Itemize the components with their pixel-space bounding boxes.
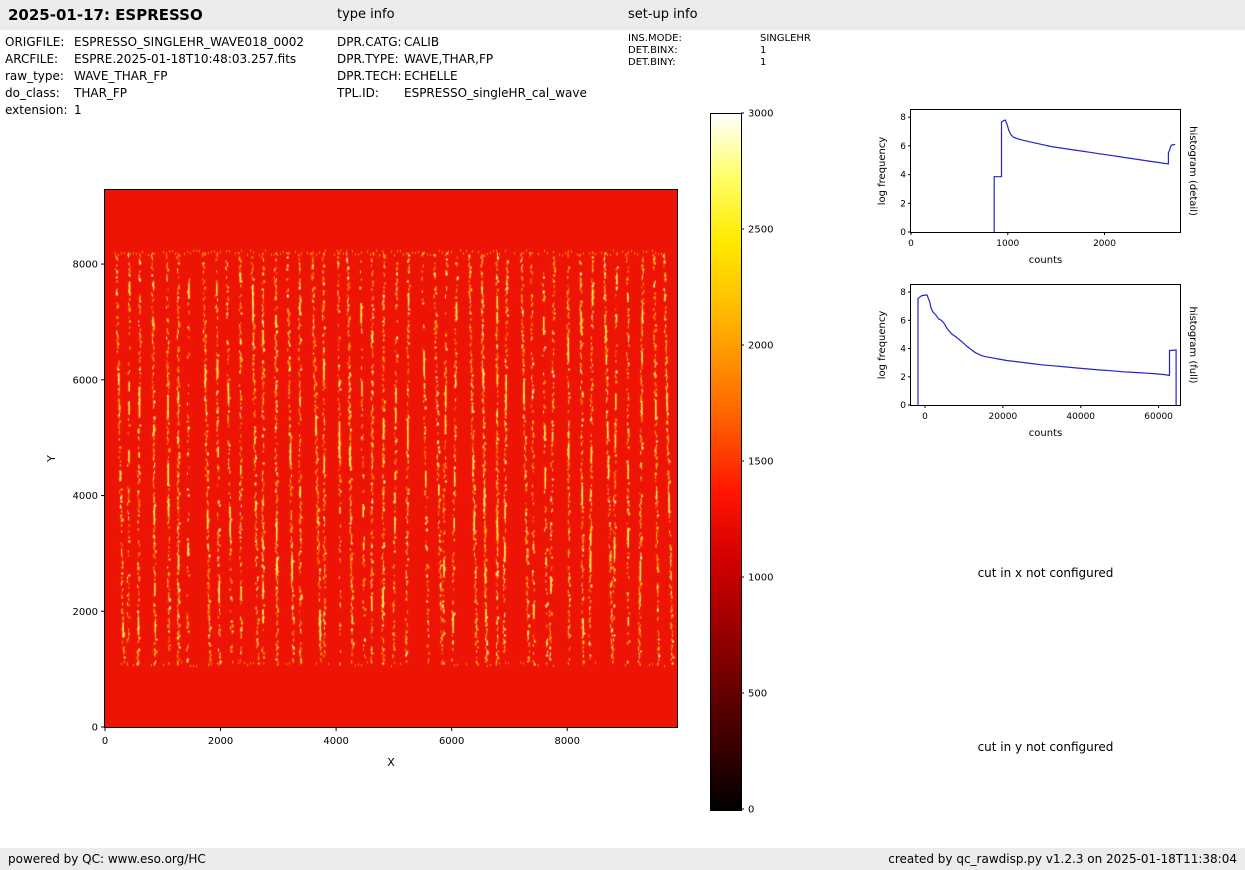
info-value: WAVE_THAR_FP — [74, 68, 167, 85]
info-label: extension: — [5, 102, 74, 119]
svg-text:0: 0 — [900, 401, 906, 411]
type-info-block: DPR.CATG:CALIB DPR.TYPE:WAVE,THAR,FP DPR… — [337, 34, 587, 102]
info-row: DPR.TYPE:WAVE,THAR,FP — [337, 51, 587, 68]
info-label: TPL.ID: — [337, 85, 404, 102]
info-value: ECHELLE — [404, 68, 458, 85]
type-info-heading: type info — [337, 0, 395, 30]
setup-info-heading: set-up info — [628, 0, 698, 30]
svg-text:0: 0 — [92, 723, 98, 734]
svg-text:2: 2 — [900, 373, 906, 383]
info-row: DET.BINY:1 — [628, 57, 811, 69]
svg-text:500: 500 — [748, 689, 767, 700]
info-value: 1 — [74, 102, 82, 119]
svg-text:0: 0 — [908, 239, 914, 249]
svg-text:40000: 40000 — [1066, 412, 1095, 422]
info-value: CALIB — [404, 34, 439, 51]
info-row: DPR.TECH:ECHELLE — [337, 68, 587, 85]
info-value: WAVE,THAR,FP — [404, 51, 493, 68]
svg-text:log frequency: log frequency — [877, 311, 888, 380]
svg-text:counts: counts — [1029, 255, 1062, 266]
svg-text:8: 8 — [900, 113, 906, 123]
setup-info-block: INS.MODE:SINGLEHR DET.BINX:1 DET.BINY:1 — [628, 33, 811, 69]
info-value: ESPRE.2025-01-18T10:48:03.257.fits — [74, 51, 296, 68]
svg-text:0: 0 — [922, 412, 928, 422]
info-label: DPR.TECH: — [337, 68, 404, 85]
svg-text:2000: 2000 — [208, 736, 233, 747]
info-row: raw_type:WAVE_THAR_FP — [5, 68, 304, 85]
footer-left-text: powered by QC: www.eso.org/HC — [8, 848, 206, 870]
cut-y-note: cut in y not configured — [911, 740, 1180, 754]
svg-text:6: 6 — [900, 316, 906, 326]
page-title: 2025-01-17: ESPRESSO — [8, 0, 203, 30]
info-label: do_class: — [5, 85, 74, 102]
svg-text:6000: 6000 — [73, 375, 98, 386]
info-row: extension:1 — [5, 102, 304, 119]
info-value: 1 — [760, 57, 766, 69]
info-label: ORIGFILE: — [5, 34, 74, 51]
svg-text:8000: 8000 — [73, 260, 98, 271]
svg-text:4000: 4000 — [323, 736, 348, 747]
file-info-block: ORIGFILE:ESPRESSO_SINGLEHR_WAVE018_0002 … — [5, 34, 304, 119]
svg-text:60000: 60000 — [1144, 412, 1173, 422]
info-value: 1 — [760, 45, 766, 57]
info-row: DET.BINX:1 — [628, 45, 811, 57]
info-row: ARCFILE:ESPRE.2025-01-18T10:48:03.257.fi… — [5, 51, 304, 68]
info-row: INS.MODE:SINGLEHR — [628, 33, 811, 45]
svg-text:0: 0 — [748, 805, 754, 816]
svg-text:log frequency: log frequency — [877, 137, 888, 206]
svg-text:1000: 1000 — [996, 239, 1019, 249]
svg-text:counts: counts — [1029, 428, 1062, 439]
svg-text:X: X — [387, 756, 395, 769]
info-value: ESPRESSO_singleHR_cal_wave — [404, 85, 587, 102]
svg-text:2000: 2000 — [73, 607, 98, 618]
info-row: do_class:THAR_FP — [5, 85, 304, 102]
info-label: ARCFILE: — [5, 51, 74, 68]
colorbar-gradient — [710, 113, 742, 811]
info-row: ORIGFILE:ESPRESSO_SINGLEHR_WAVE018_0002 — [5, 34, 304, 51]
svg-text:3000: 3000 — [748, 109, 773, 120]
info-value: ESPRESSO_SINGLEHR_WAVE018_0002 — [74, 34, 304, 51]
svg-text:1000: 1000 — [748, 573, 773, 584]
cut-x-note: cut in x not configured — [911, 566, 1180, 580]
info-row: DPR.CATG:CALIB — [337, 34, 587, 51]
svg-text:4: 4 — [900, 171, 906, 181]
svg-text:6: 6 — [900, 142, 906, 152]
svg-text:0: 0 — [900, 228, 906, 238]
info-label: DPR.TYPE: — [337, 51, 404, 68]
svg-text:2: 2 — [900, 199, 906, 209]
svg-text:Y: Y — [45, 455, 58, 463]
svg-text:0: 0 — [102, 736, 108, 747]
svg-text:1500: 1500 — [748, 457, 773, 468]
svg-text:4: 4 — [900, 345, 906, 355]
svg-text:histogram (detail): histogram (detail) — [1187, 126, 1198, 216]
svg-text:6000: 6000 — [439, 736, 464, 747]
svg-text:2000: 2000 — [748, 341, 773, 352]
svg-text:histogram (full): histogram (full) — [1187, 306, 1198, 383]
info-label: DET.BINY: — [628, 57, 760, 69]
svg-text:8: 8 — [900, 288, 906, 298]
header-bar: 2025-01-17: ESPRESSO type info set-up in… — [0, 0, 1245, 30]
svg-text:2000: 2000 — [1093, 239, 1116, 249]
info-value: THAR_FP — [74, 85, 127, 102]
svg-text:4000: 4000 — [73, 491, 98, 502]
svg-text:8000: 8000 — [554, 736, 579, 747]
svg-text:2500: 2500 — [748, 225, 773, 236]
footer-bar: powered by QC: www.eso.org/HC created by… — [0, 848, 1245, 870]
info-label: DET.BINX: — [628, 45, 760, 57]
raw-image-heatmap — [105, 190, 677, 727]
info-label: raw_type: — [5, 68, 74, 85]
info-label: INS.MODE: — [628, 33, 760, 45]
info-label: DPR.CATG: — [337, 34, 404, 51]
info-value: SINGLEHR — [760, 33, 811, 45]
info-row: TPL.ID:ESPRESSO_singleHR_cal_wave — [337, 85, 587, 102]
svg-text:20000: 20000 — [989, 412, 1018, 422]
footer-right-text: created by qc_rawdisp.py v1.2.3 on 2025-… — [888, 848, 1237, 870]
